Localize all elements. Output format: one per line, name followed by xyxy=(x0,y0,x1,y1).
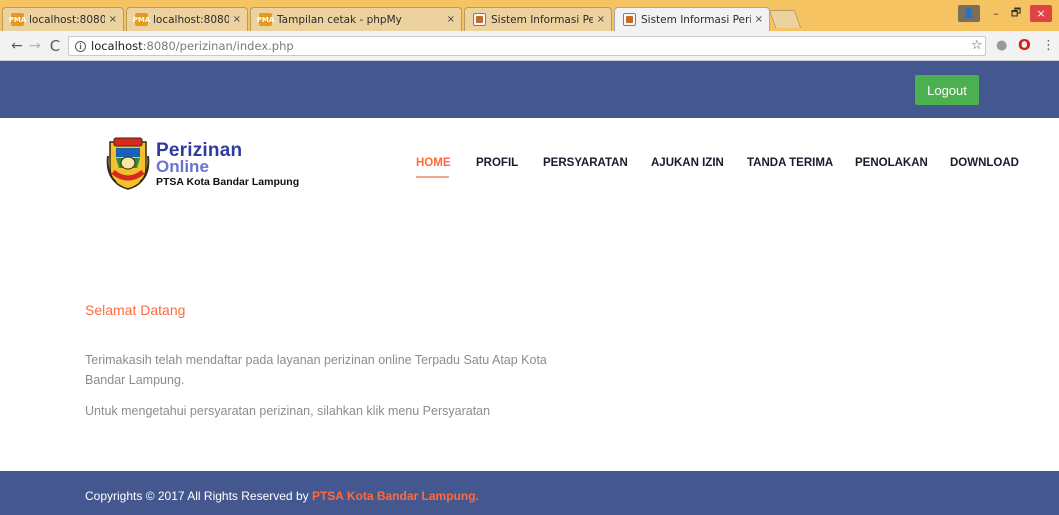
url-path: :8080/perizinan/index.php xyxy=(142,39,294,53)
footer-link[interactable]: PTSA Kota Bandar Lampung. xyxy=(312,489,479,503)
browser-tabstrip: PMA localhost:8080 / 127.0.0. × PMA loca… xyxy=(0,0,1059,31)
tab-title: Tampilan cetak - phpMy xyxy=(277,13,402,26)
phpmyadmin-icon: PMA xyxy=(257,13,274,26)
tab-title: Sistem Informasi Perizina xyxy=(491,13,593,26)
browser-tab-active[interactable]: Sistem Informasi Perizina × xyxy=(614,7,770,31)
tab-title: localhost:8080 / 127.0.0. xyxy=(153,13,229,26)
tab-title: localhost:8080 / 127.0.0. xyxy=(29,13,105,26)
forward-icon[interactable]: → xyxy=(26,37,44,55)
app-icon xyxy=(623,13,636,26)
active-nav-underline xyxy=(416,176,449,178)
nav-penolakan[interactable]: PENOLAKAN xyxy=(855,157,928,169)
phpmyadmin-icon: PMA xyxy=(9,13,26,26)
back-icon[interactable]: ← xyxy=(8,37,26,55)
browser-toolbar: ← → C i localhost:8080/perizinan/index.p… xyxy=(0,31,1059,61)
address-bar[interactable]: i localhost:8080/perizinan/index.php xyxy=(68,36,986,56)
main-nav: HOME PROFIL PERSYARATAN AJUKAN IZIN TAND… xyxy=(0,157,1059,179)
reload-icon[interactable]: C xyxy=(46,37,64,55)
nav-home[interactable]: HOME xyxy=(416,157,451,169)
phpmyadmin-icon: PMA xyxy=(133,13,150,26)
nav-ajukan-izin[interactable]: AJUKAN IZIN xyxy=(651,157,724,169)
close-icon[interactable]: × xyxy=(233,14,241,25)
logout-button[interactable]: Logout xyxy=(915,75,979,105)
nav-profil[interactable]: PROFIL xyxy=(476,157,518,169)
tab-title: Sistem Informasi Perizina xyxy=(641,13,751,26)
browser-tab[interactable]: PMA localhost:8080 / 127.0.0. × xyxy=(126,7,248,31)
browser-tab[interactable]: PMA Tampilan cetak - phpMy × xyxy=(250,7,462,31)
footer: Copyrights © 2017 All Rights Reserved by… xyxy=(0,471,1059,515)
nav-tanda-terima[interactable]: TANDA TERIMA xyxy=(747,157,833,169)
nav-persyaratan[interactable]: PERSYARATAN xyxy=(543,157,628,169)
web-page: Logout Perizinan Online PTSA Kota Bandar… xyxy=(0,61,1059,515)
close-window-icon[interactable]: × xyxy=(1030,5,1052,22)
close-icon[interactable]: × xyxy=(597,14,605,25)
copyright-label: Copyrights © 2017 All Rights Reserved by xyxy=(85,489,312,503)
browser-tab[interactable]: PMA localhost:8080 / 127.0.0. × xyxy=(2,7,124,31)
welcome-paragraph: Terimakasih telah mendaftar pada layanan… xyxy=(85,353,547,387)
nav-download[interactable]: DOWNLOAD xyxy=(950,157,1019,169)
bookmark-star-icon[interactable]: ☆ xyxy=(971,38,983,53)
welcome-heading: Selamat Datang xyxy=(85,302,186,318)
user-icon[interactable]: 👤 xyxy=(958,5,980,22)
extension-icon[interactable]: ● xyxy=(996,38,1007,53)
info-icon[interactable]: i xyxy=(75,40,86,52)
browser-menu-icon[interactable]: ⋮ xyxy=(1042,38,1055,53)
app-icon xyxy=(473,13,486,26)
url-host: localhost xyxy=(91,39,143,53)
top-bar: Logout xyxy=(0,61,1059,118)
opera-icon[interactable]: O xyxy=(1018,36,1031,54)
minimize-icon[interactable]: – xyxy=(985,5,1007,22)
new-tab-button[interactable] xyxy=(768,10,802,28)
close-icon[interactable]: × xyxy=(109,14,117,25)
restore-icon[interactable]: 🗗 xyxy=(1005,5,1027,22)
info-paragraph: Untuk mengetahui persyaratan perizinan, … xyxy=(85,404,491,418)
close-icon[interactable]: × xyxy=(447,14,455,25)
browser-tab[interactable]: Sistem Informasi Perizina × xyxy=(464,7,612,31)
copyright-text: Copyrights © 2017 All Rights Reserved by… xyxy=(85,489,479,503)
close-icon[interactable]: × xyxy=(755,14,763,25)
